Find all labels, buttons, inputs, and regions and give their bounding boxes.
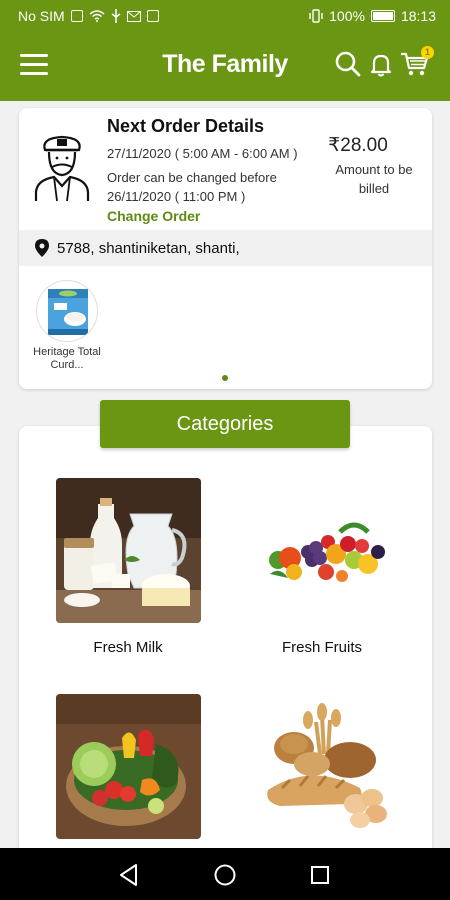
usb-icon bbox=[111, 9, 121, 23]
recents-icon bbox=[311, 866, 329, 884]
product-image bbox=[36, 280, 98, 342]
vegetables-image bbox=[55, 694, 201, 839]
order-amount: ₹28.00 bbox=[328, 135, 388, 156]
back-button[interactable] bbox=[116, 862, 142, 888]
mail-icon bbox=[126, 10, 141, 22]
address-text: 5788, shantiniketan, shanti, bbox=[57, 239, 240, 257]
categories-heading: Categories bbox=[100, 400, 350, 448]
delivery-person-icon bbox=[34, 135, 90, 202]
order-product-item[interactable]: Heritage Total Curd... bbox=[33, 280, 101, 372]
category-label: Fresh Milk bbox=[93, 639, 163, 656]
product-name: Heritage Total Curd... bbox=[33, 346, 101, 371]
categories-card: Fresh Milk Fresh Fruits bbox=[19, 426, 432, 856]
battery-percent: 100% bbox=[329, 8, 365, 24]
battery-icon bbox=[370, 10, 395, 22]
category-label: Fresh Fruits bbox=[281, 639, 362, 656]
location-pin-icon bbox=[35, 239, 49, 257]
status-bar: No SIM 100% 18:13 bbox=[0, 0, 450, 32]
cart-count-badge: 1 bbox=[421, 46, 434, 59]
search-icon bbox=[335, 51, 361, 77]
system-navigation-bar bbox=[0, 848, 450, 900]
category-fresh-milk[interactable]: Fresh Milk bbox=[33, 478, 223, 656]
bell-icon bbox=[370, 54, 392, 77]
carrier-label: No SIM bbox=[18, 8, 65, 24]
app-header: No SIM 100% 18:13 The Family 1 bbox=[0, 0, 450, 101]
fresh-milk-image bbox=[55, 478, 201, 623]
home-button[interactable] bbox=[212, 862, 238, 888]
notifications-button[interactable] bbox=[367, 50, 397, 80]
fresh-fruits-image bbox=[249, 478, 395, 623]
carousel-indicator bbox=[222, 375, 228, 381]
vibrate-icon bbox=[309, 9, 323, 23]
home-icon bbox=[214, 864, 236, 886]
category-fresh-fruits[interactable]: Fresh Fruits bbox=[227, 478, 417, 656]
delivery-address[interactable]: 5788, shantiniketan, shanti, bbox=[19, 230, 432, 266]
change-order-button[interactable]: Change Order bbox=[107, 208, 200, 224]
next-order-card: Next Order Details 27/11/2020 ( 5:00 AM … bbox=[19, 108, 432, 389]
back-icon bbox=[120, 864, 137, 886]
search-button[interactable] bbox=[334, 50, 364, 80]
category-vegetables[interactable] bbox=[33, 694, 223, 855]
category-bakery[interactable] bbox=[227, 694, 417, 855]
order-title: Next Order Details bbox=[107, 116, 265, 136]
wifi-icon bbox=[89, 10, 105, 22]
sim-icon bbox=[70, 10, 83, 22]
order-amount-label: Amount to be billed bbox=[335, 162, 413, 196]
cart-button[interactable]: 1 bbox=[400, 46, 434, 80]
clock: 18:13 bbox=[400, 8, 436, 24]
bakery-image bbox=[249, 694, 395, 839]
order-change-deadline: Order can be changed before 26/11/2020 (… bbox=[107, 170, 277, 204]
image-notification-icon bbox=[146, 10, 159, 22]
order-delivery-window: 27/11/2020 ( 5:00 AM - 6:00 AM ) bbox=[107, 146, 298, 161]
recents-button[interactable] bbox=[307, 862, 333, 888]
